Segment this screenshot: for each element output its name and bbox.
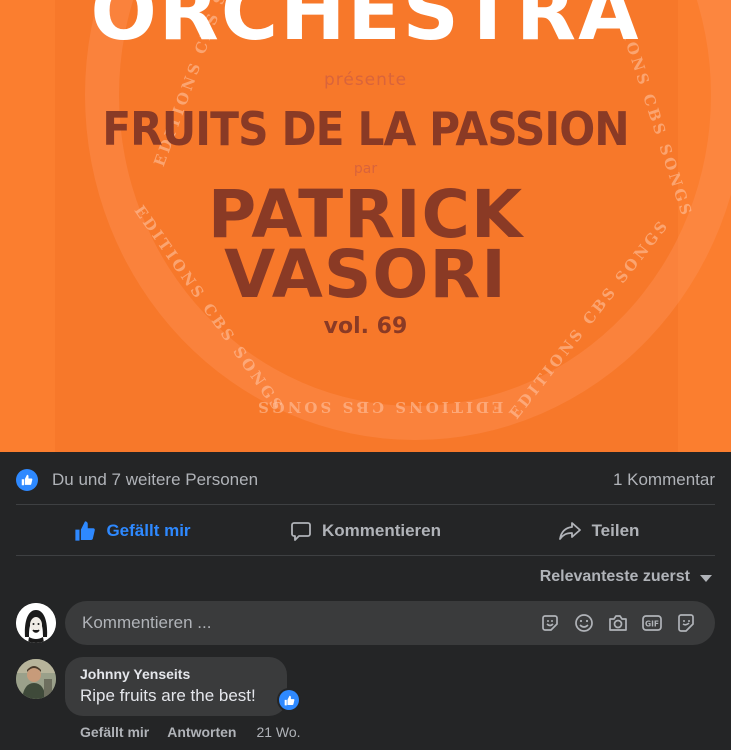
post-image[interactable]: EDITIONS CBS SONGS EDITIONS CBS SONGS ED…	[0, 0, 731, 452]
comment-icon	[291, 522, 311, 541]
cover-orchestra-text: ORCHESTRA	[90, 0, 641, 58]
share-button[interactable]: Teilen	[482, 509, 715, 553]
share-button-label: Teilen	[591, 521, 640, 540]
comment-count[interactable]: 1 Kommentar	[613, 470, 715, 490]
like-button[interactable]: Gefällt mir	[16, 509, 249, 553]
comment-bubble: Johnny Yenseits Ripe fruits are the best…	[65, 657, 287, 716]
comment-timestamp[interactable]: 21 Wo.	[256, 724, 300, 740]
cover-artist-last: VASORI	[224, 236, 507, 313]
thumbs-up-icon	[75, 521, 96, 541]
emoji-icon[interactable]	[567, 608, 601, 638]
comment-like-link[interactable]: Gefällt mir	[80, 724, 149, 740]
composer-tools: GIF	[533, 608, 703, 638]
gif-icon[interactable]: GIF	[635, 608, 669, 638]
commenter-avatar[interactable]	[16, 659, 56, 699]
comment-composer: GIF	[65, 601, 715, 645]
svg-text:GIF: GIF	[645, 620, 659, 629]
caret-down-icon	[700, 574, 712, 582]
cover-album-title: FRUITS DE LA PASSION	[102, 102, 630, 156]
post-actions: Gefällt mir Kommentieren Teilen	[16, 509, 715, 553]
like-button-label: Gefällt mir	[106, 521, 191, 540]
comment-meta: Gefällt mir Antworten 21 Wo.	[80, 724, 301, 740]
comment-reaction-badge[interactable]	[277, 688, 301, 712]
reactions-summary: Du und 7 weitere Personen 1 Kommentar	[16, 464, 715, 496]
current-user-avatar[interactable]	[16, 603, 56, 643]
comment-sort-dropdown[interactable]: Relevanteste zuerst	[540, 568, 712, 586]
avatar-sticker-icon[interactable]	[669, 608, 703, 638]
cover-volume: vol. 69	[323, 314, 408, 339]
sticker-icon[interactable]	[533, 608, 567, 638]
like-reaction-icon	[279, 690, 299, 710]
comment-author[interactable]: Johnny Yenseits	[80, 666, 272, 682]
ring-text: EDITIONS CBS SONGS	[255, 398, 504, 416]
comment-text: Ripe fruits are the best!	[80, 686, 256, 705]
comment-reply-link[interactable]: Antworten	[167, 724, 236, 740]
share-icon	[558, 522, 581, 540]
sort-label: Relevanteste zuerst	[539, 568, 690, 585]
camera-icon[interactable]	[601, 608, 635, 638]
like-reaction-icon[interactable]	[16, 469, 38, 491]
divider	[16, 555, 715, 556]
comment-input[interactable]	[80, 612, 514, 634]
divider	[16, 504, 715, 505]
comment-button-label: Kommentieren	[321, 521, 442, 540]
reactions-names[interactable]: Du und 7 weitere Personen	[52, 470, 258, 490]
cover-par-text: par	[353, 161, 378, 177]
cover-presente-text: présente	[323, 70, 408, 90]
comment-button[interactable]: Kommentieren	[249, 509, 482, 553]
